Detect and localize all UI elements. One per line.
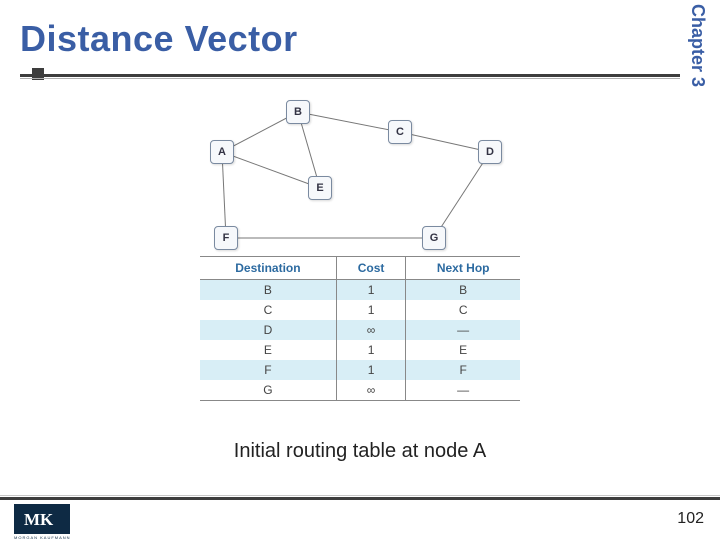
- col-destination: Destination: [200, 257, 336, 280]
- publisher-name: MORGAN KAUFMANN: [14, 535, 71, 540]
- cell-cost: ∞: [336, 320, 405, 340]
- footer-rule-thin: [0, 495, 720, 496]
- table-row: B 1 B: [200, 280, 520, 301]
- title-rule-thin: [20, 78, 680, 79]
- graph-node-g: G: [422, 226, 446, 250]
- cell-dest: F: [200, 360, 336, 380]
- col-cost: Cost: [336, 257, 405, 280]
- figure-caption: Initial routing table at node A: [0, 440, 720, 463]
- graph-node-d: D: [478, 140, 502, 164]
- page-title: Distance Vector: [20, 18, 680, 60]
- footer-rule-thick: [0, 497, 720, 500]
- chapter-label-text: Chapter 3: [687, 4, 708, 87]
- cell-dest: D: [200, 320, 336, 340]
- routing-table: Destination Cost Next Hop B 1 B C 1 C D: [200, 256, 520, 401]
- title-block: Distance Vector: [20, 18, 680, 60]
- page-number: 102: [677, 510, 704, 528]
- cell-hop: B: [406, 280, 520, 301]
- table-row: G ∞ —: [200, 380, 520, 400]
- graph-node-c: C: [388, 120, 412, 144]
- logo-text: MK: [24, 510, 54, 529]
- table-header-row: Destination Cost Next Hop: [200, 257, 520, 280]
- table-row: E 1 E: [200, 340, 520, 360]
- cell-cost: 1: [336, 340, 405, 360]
- col-nexthop: Next Hop: [406, 257, 520, 280]
- graph-node-b: B: [286, 100, 310, 124]
- graph-node-e: E: [308, 176, 332, 200]
- cell-hop: C: [406, 300, 520, 320]
- cell-hop: F: [406, 360, 520, 380]
- graph-node-f: F: [214, 226, 238, 250]
- cell-dest: G: [200, 380, 336, 400]
- cell-dest: C: [200, 300, 336, 320]
- chapter-sidelabel: Chapter 3: [688, 0, 714, 120]
- cell-cost: 1: [336, 360, 405, 380]
- routing-table-table: Destination Cost Next Hop B 1 B C 1 C D: [200, 256, 520, 400]
- title-rule-thick: [20, 74, 680, 77]
- cell-cost: 1: [336, 280, 405, 301]
- publisher-logo-icon: MK: [14, 504, 70, 534]
- cell-hop: —: [406, 320, 520, 340]
- graph-edges: [200, 90, 520, 260]
- network-graph: A B C D E F G: [200, 90, 520, 260]
- cell-cost: ∞: [336, 380, 405, 400]
- graph-node-a: A: [210, 140, 234, 164]
- table-row: D ∞ —: [200, 320, 520, 340]
- cell-dest: B: [200, 280, 336, 301]
- cell-cost: 1: [336, 300, 405, 320]
- slide: Chapter 3 Distance Vector A B C D E F G: [0, 0, 720, 540]
- cell-dest: E: [200, 340, 336, 360]
- cell-hop: —: [406, 380, 520, 400]
- table-bottom-rule: [200, 400, 520, 401]
- table-row: C 1 C: [200, 300, 520, 320]
- cell-hop: E: [406, 340, 520, 360]
- table-row: F 1 F: [200, 360, 520, 380]
